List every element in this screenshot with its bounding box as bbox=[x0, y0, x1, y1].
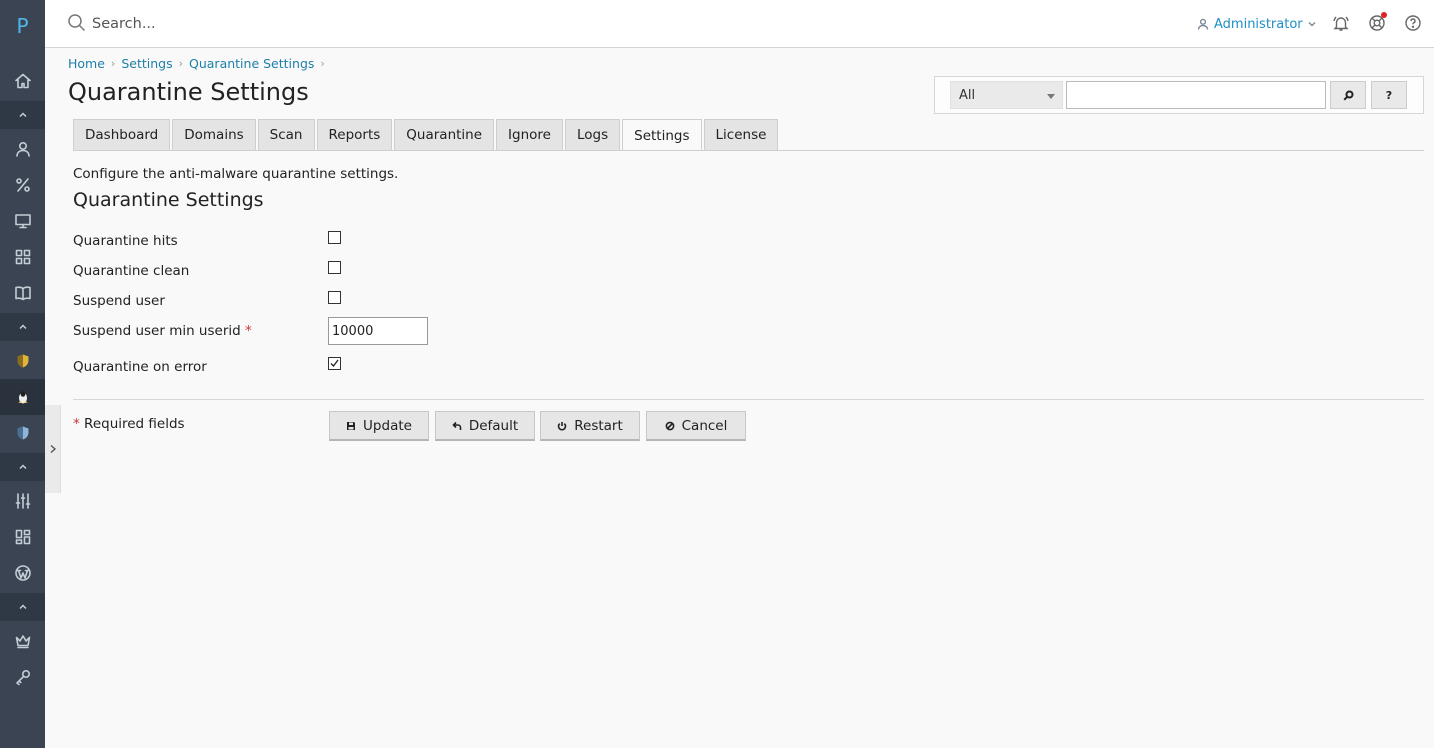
quarantine-on-error-checkbox[interactable] bbox=[328, 357, 341, 370]
sliders-icon[interactable] bbox=[0, 483, 45, 519]
wordpress-icon[interactable] bbox=[0, 555, 45, 591]
quarantine-hits-label: Quarantine hits bbox=[73, 233, 178, 249]
tab-settings[interactable]: Settings bbox=[622, 119, 702, 151]
save-icon bbox=[347, 421, 356, 430]
required-fields-note: * Required fields bbox=[73, 416, 185, 432]
quarantine-hits-checkbox[interactable] bbox=[328, 231, 341, 244]
filter-search-button[interactable] bbox=[1330, 81, 1366, 109]
update-button-label: Update bbox=[363, 417, 412, 434]
breadcrumb-quarantine-settings[interactable]: Quarantine Settings bbox=[189, 56, 314, 71]
filter-help-button[interactable]: ? bbox=[1371, 81, 1407, 109]
restart-button[interactable]: Restart bbox=[540, 411, 640, 441]
tab-bar-divider bbox=[73, 150, 1424, 151]
sidebar-group-collapse[interactable] bbox=[0, 313, 45, 341]
home-icon[interactable] bbox=[0, 63, 45, 99]
filter-select[interactable]: All bbox=[950, 81, 1063, 109]
quarantine-on-error-label: Quarantine on error bbox=[73, 359, 207, 375]
user-name: Administrator bbox=[1214, 16, 1303, 32]
dropdown-arrow-icon bbox=[1047, 94, 1055, 99]
form-divider bbox=[73, 399, 1424, 400]
app-logo[interactable]: P bbox=[0, 14, 45, 38]
default-button-label: Default bbox=[468, 417, 519, 434]
tab-domains[interactable]: Domains bbox=[172, 119, 256, 150]
shield-yellow-icon[interactable] bbox=[0, 343, 45, 379]
user-menu[interactable]: Administrator bbox=[1197, 15, 1316, 33]
crown-icon[interactable] bbox=[0, 623, 45, 659]
required-marker: * bbox=[73, 416, 80, 432]
chevron-down-icon bbox=[1308, 22, 1316, 27]
suspend-user-label: Suspend user bbox=[73, 293, 165, 309]
tab-license[interactable]: License bbox=[703, 119, 779, 150]
filter-search-input[interactable] bbox=[1066, 81, 1326, 109]
breadcrumb-settings[interactable]: Settings bbox=[121, 56, 172, 71]
breadcrumb: Home › Settings › Quarantine Settings › bbox=[68, 56, 331, 71]
user-icon[interactable] bbox=[0, 131, 45, 167]
suspend-user-checkbox[interactable] bbox=[328, 291, 341, 304]
filter-select-value: All bbox=[959, 88, 976, 103]
cancel-button[interactable]: Cancel bbox=[646, 411, 746, 441]
suspend-user-min-userid-label: Suspend user min userid * bbox=[73, 323, 252, 339]
default-button[interactable]: Default bbox=[435, 411, 535, 441]
update-button[interactable]: Update bbox=[329, 411, 429, 441]
tab-quarantine[interactable]: Quarantine bbox=[394, 119, 495, 150]
required-marker: * bbox=[245, 323, 252, 339]
suspend-user-min-userid-input[interactable] bbox=[328, 317, 428, 345]
quarantine-clean-checkbox[interactable] bbox=[328, 261, 341, 274]
filter-search-box: All ? bbox=[934, 76, 1424, 114]
breadcrumb-separator: › bbox=[110, 57, 116, 70]
notification-dot bbox=[1381, 12, 1387, 18]
sidebar-group-collapse[interactable] bbox=[0, 101, 45, 129]
monitor-icon[interactable] bbox=[0, 203, 45, 239]
cancel-icon bbox=[665, 421, 675, 430]
search-icon bbox=[68, 14, 86, 32]
quarantine-clean-label: Quarantine clean bbox=[73, 263, 190, 279]
tab-bar: Dashboard Domains Scan Reports Quarantin… bbox=[73, 119, 779, 151]
tab-reports[interactable]: Reports bbox=[316, 119, 393, 150]
book-icon[interactable] bbox=[0, 275, 45, 311]
search-icon bbox=[1342, 90, 1353, 101]
page-description: Configure the anti-malware quarantine se… bbox=[73, 166, 399, 182]
top-bar: Administrator bbox=[45, 0, 1434, 48]
layout-icon[interactable] bbox=[0, 519, 45, 555]
section-title: Quarantine Settings bbox=[73, 189, 264, 211]
key-icon[interactable] bbox=[0, 659, 45, 695]
breadcrumb-home[interactable]: Home bbox=[68, 56, 105, 71]
global-search-input[interactable] bbox=[92, 12, 492, 36]
page-title: Quarantine Settings bbox=[68, 78, 309, 106]
user-icon bbox=[1197, 18, 1209, 30]
tab-dashboard[interactable]: Dashboard bbox=[73, 119, 171, 150]
grid-icon[interactable] bbox=[0, 239, 45, 275]
shield-blue-icon[interactable] bbox=[0, 415, 45, 451]
help-icon[interactable] bbox=[1404, 14, 1422, 32]
breadcrumb-separator: › bbox=[178, 57, 184, 70]
breadcrumb-separator: › bbox=[320, 57, 325, 70]
support-icon[interactable] bbox=[1368, 12, 1387, 32]
linux-icon[interactable] bbox=[0, 379, 45, 415]
sidebar-group-collapse[interactable] bbox=[0, 593, 45, 621]
undo-icon bbox=[452, 421, 462, 430]
tab-ignore[interactable]: Ignore bbox=[496, 119, 563, 150]
checkmark-icon bbox=[330, 359, 339, 367]
restart-button-label: Restart bbox=[574, 417, 623, 434]
power-icon bbox=[557, 421, 567, 430]
suspend-user-min-userid-label-text: Suspend user min userid bbox=[73, 323, 241, 339]
required-fields-text: Required fields bbox=[84, 416, 185, 432]
sidebar-group-collapse[interactable] bbox=[0, 453, 45, 481]
percent-icon[interactable] bbox=[0, 167, 45, 203]
cancel-button-label: Cancel bbox=[681, 417, 728, 434]
tab-scan[interactable]: Scan bbox=[257, 119, 315, 150]
sidebar-expand-toggle[interactable] bbox=[45, 405, 61, 493]
notifications-icon[interactable] bbox=[1332, 14, 1350, 32]
tab-logs[interactable]: Logs bbox=[564, 119, 621, 150]
sidebar: P bbox=[0, 0, 45, 748]
